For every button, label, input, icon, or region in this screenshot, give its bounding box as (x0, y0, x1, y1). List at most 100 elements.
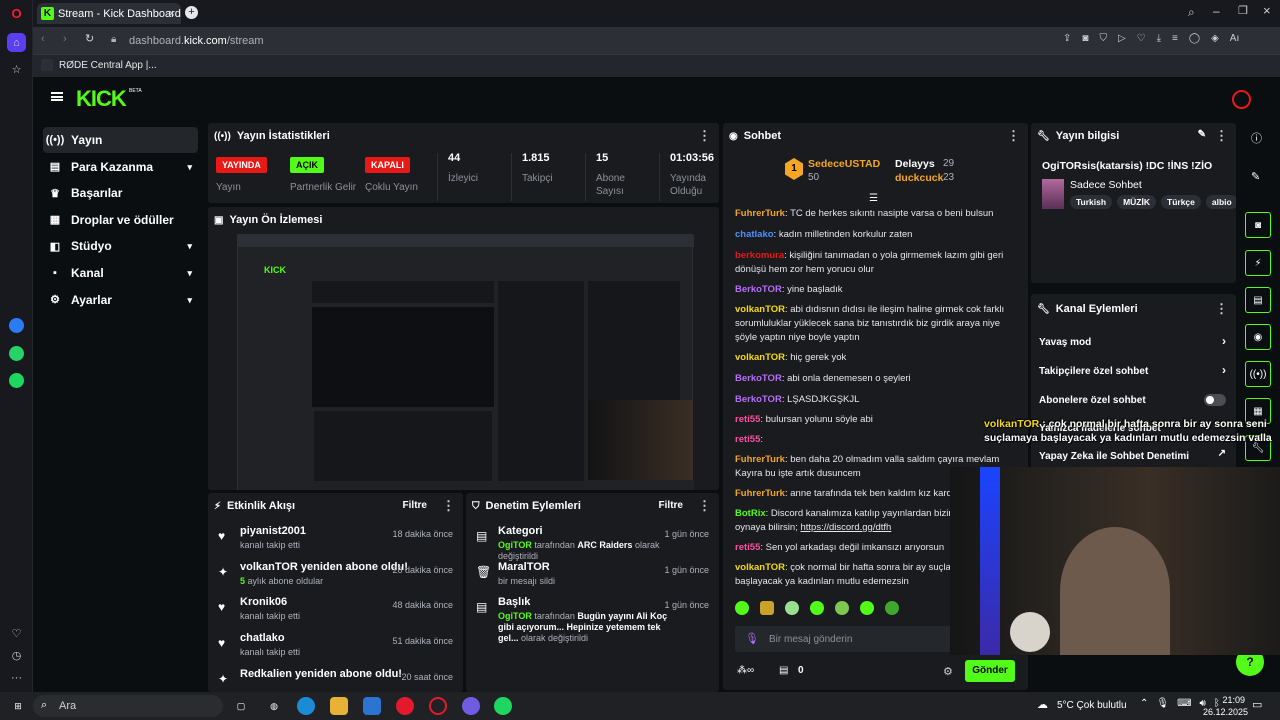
opera-logo-icon[interactable]: O (7, 4, 26, 23)
slow-mode-row[interactable]: Yavaş mod › (1031, 328, 1236, 356)
chat-username[interactable]: reti55 (735, 414, 760, 425)
moderation-item[interactable]: ▤ Başlık OgiTOR tarafından Bugün yayını Al… (466, 596, 719, 643)
bookmark-rode[interactable]: RØDE Central App |... (41, 59, 157, 71)
moderation-filter-button[interactable]: Filtre (659, 500, 683, 511)
search-box[interactable]: ⌕ Ara (33, 695, 223, 717)
extension-icon[interactable]: ◈ (1211, 33, 1219, 44)
messenger-icon[interactable] (9, 318, 24, 333)
file-explorer-icon[interactable] (330, 697, 348, 715)
tray-chevron-icon[interactable]: ⌃ (1140, 698, 1148, 709)
emote-icon[interactable] (810, 601, 824, 615)
home-icon[interactable]: ⌂ (7, 33, 26, 52)
discord-icon[interactable] (462, 697, 480, 715)
chat-username[interactable]: BotRix (735, 508, 766, 519)
windows-start-icon[interactable]: ⊞ (9, 697, 27, 715)
menu-icon[interactable]: ≡ (1172, 33, 1178, 44)
third-gifter-name[interactable]: duckcuck (895, 172, 943, 184)
broadcast-quick-icon[interactable]: ((•)) (1245, 361, 1271, 387)
obs-icon[interactable] (429, 697, 447, 715)
chat-username[interactable]: volkanTOR (735, 304, 785, 315)
pencil-icon[interactable]: ✎ (1251, 170, 1260, 183)
chat-username[interactable]: volkanTOR (735, 352, 785, 363)
chat-username[interactable]: BerkoTOR (735, 284, 782, 295)
tag-chip[interactable]: albio (1205, 195, 1236, 209)
new-tab-icon[interactable]: + (185, 6, 198, 19)
activity-item[interactable]: ✦ Redkalien yeniden abone oldu! 20 saat ön… (208, 668, 463, 692)
chat-username[interactable]: FuhrerTurk (735, 488, 785, 499)
chat-username[interactable]: chatlako (735, 229, 774, 240)
emote-icon[interactable] (860, 601, 874, 615)
profile-icon[interactable]: ◯ (1189, 33, 1200, 44)
restore-icon[interactable]: ❐ (1238, 4, 1248, 17)
tag-chip[interactable]: Türkçe (1161, 195, 1201, 209)
share-icon[interactable]: ⇪ (1063, 33, 1071, 44)
weather-text[interactable]: 5°C Çok bulutlu (1057, 700, 1127, 711)
search-tabs-icon[interactable]: ⌕ (1188, 5, 1195, 20)
heart-icon[interactable]: ♡ (7, 624, 26, 643)
close-window-icon[interactable]: × (1263, 3, 1271, 18)
emote-icon[interactable] (835, 601, 849, 615)
chat-username[interactable]: BerkoTOR (735, 373, 782, 384)
send-button[interactable]: Gönder (965, 660, 1015, 682)
activity-filter-button[interactable]: Filtre (403, 500, 427, 511)
category-label[interactable]: Sadece Sohbet (1070, 179, 1142, 191)
heart-icon[interactable]: ♡ (1137, 33, 1146, 44)
chat-username[interactable]: BerkoTOR (735, 394, 782, 405)
gift-icon[interactable]: ▤ (779, 665, 788, 676)
emote-icon[interactable] (760, 601, 774, 615)
clock[interactable]: 21:09 26.12.2025 (1203, 694, 1248, 718)
opera-icon[interactable] (396, 697, 414, 715)
tab-kick-dashboard[interactable]: K Stream - Kick Dashboard × (37, 3, 181, 24)
notification-icon[interactable]: ▭ (1252, 698, 1262, 711)
sidebar-item-ayarlar[interactable]: ⚙︎ Ayarlar ▾ (43, 287, 198, 313)
spotify-icon[interactable] (9, 373, 24, 388)
emote-icon[interactable] (735, 601, 749, 615)
moderation-item[interactable]: 🗑︎ MaralTOR bir mesajı sildi 1 gün önce (466, 561, 719, 595)
channel-actions-menu-icon[interactable]: ⋮ (1215, 301, 1228, 317)
star-icon[interactable]: ☆ (7, 60, 26, 79)
emote-icon[interactable] (785, 601, 799, 615)
tag-chip[interactable]: Turkish (1070, 195, 1113, 209)
more-icon[interactable]: ··· (7, 668, 26, 687)
activity-menu-icon[interactable]: ⋮ (442, 498, 455, 514)
followers-only-row[interactable]: Takipçilere özel sohbet › (1031, 357, 1236, 385)
task-view-icon[interactable]: ▢ (232, 697, 250, 715)
network-icon[interactable]: ⌨ (1177, 698, 1191, 709)
sidebar-item-kanal[interactable]: ▪ Kanal ▾ (43, 260, 198, 286)
chat-username[interactable]: berkomura (735, 250, 784, 261)
mic-icon[interactable]: 🎙︎ (745, 632, 759, 645)
weather-icon[interactable]: ☁︎ (1037, 698, 1048, 711)
moderation-item[interactable]: ▤ Kategori OgiTOR tarafından ARC Raiders o… (466, 525, 719, 561)
points-icon[interactable]: ⁂∞ (737, 665, 754, 676)
outlook-icon[interactable] (363, 697, 381, 715)
sidebar-item-ba-ar-lar[interactable]: ♛ Başarılar (43, 180, 198, 206)
hamburger-icon[interactable] (51, 92, 63, 101)
reload-icon[interactable]: ↻ (85, 32, 94, 45)
activity-item[interactable]: ✦ volkanTOR yeniden abone oldu! 5 aylık ab… (208, 561, 463, 597)
sidebar-item-para-kazanma[interactable]: ▤ Para Kazanma ▾ (43, 154, 198, 180)
chat-username[interactable]: FuhrerTurk (735, 208, 785, 219)
chat-link[interactable]: https://discord.gg/dtfh (800, 522, 891, 533)
back-icon[interactable]: ‹ (41, 33, 45, 45)
ai-moderation-row[interactable]: Yapay Zeka ile Sohbet Denetimi ↗ (1031, 442, 1236, 470)
forward-icon[interactable]: › (63, 33, 67, 45)
second-gifter-name[interactable]: Delayys (895, 158, 935, 170)
close-tab-icon[interactable]: × (169, 8, 175, 20)
moderation-menu-icon[interactable]: ⋮ (698, 498, 711, 514)
minimize-icon[interactable]: – (1213, 4, 1220, 18)
category-thumbnail[interactable] (1042, 179, 1064, 209)
activity-item[interactable]: ♥ chatlako kanalı takip etti 51 dakika önce (208, 632, 463, 668)
tag-chip[interactable]: MÜZİK (1117, 195, 1156, 209)
activity-item[interactable]: ♥ Kronik06 kanalı takip etti 48 dakika önce (208, 596, 463, 632)
info-menu-icon[interactable]: ⋮ (1215, 128, 1228, 144)
edit-icon[interactable]: ✎ (1198, 129, 1206, 140)
emote-icon[interactable] (885, 601, 899, 615)
subscribers-only-toggle[interactable] (1204, 394, 1226, 406)
kick-logo[interactable]: KICK (76, 86, 127, 112)
app-icon[interactable]: ◍ (265, 697, 283, 715)
expand-icon[interactable]: ☰ (869, 193, 878, 204)
user-avatar-icon[interactable] (1232, 90, 1251, 109)
whatsapp-icon[interactable] (9, 346, 24, 361)
history-icon[interactable]: ◷ (7, 646, 26, 665)
chat-quick-icon[interactable]: ◉ (1245, 324, 1271, 350)
